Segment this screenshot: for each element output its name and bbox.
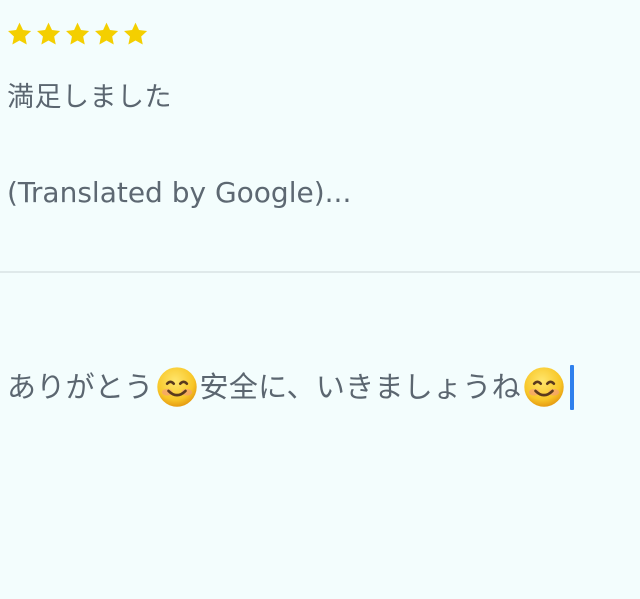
reply-text-safety: 安全に、いきましょうね xyxy=(199,370,521,404)
reply-text-thanks: ありがとう xyxy=(7,370,154,404)
star-rating xyxy=(5,18,150,52)
smiling-face-icon xyxy=(523,366,565,408)
review-reply-screen: 満足しました (Translated by Google)... ありがとう 安… xyxy=(0,0,640,599)
star-icon xyxy=(63,20,92,50)
reply-text-area[interactable]: ありがとう 安全に、いきましょうね xyxy=(0,274,640,599)
text-cursor xyxy=(569,364,574,410)
star-icon xyxy=(5,20,34,50)
star-icon xyxy=(121,20,150,50)
smiling-face-icon xyxy=(156,366,198,408)
section-divider xyxy=(0,271,640,273)
translation-note[interactable]: (Translated by Google)... xyxy=(7,174,351,212)
reply-text-line[interactable]: ありがとう 安全に、いきましょうね xyxy=(7,364,574,410)
star-icon xyxy=(34,20,63,50)
star-icon xyxy=(92,20,121,50)
review-text: 満足しました xyxy=(7,82,172,113)
review-card: 満足しました (Translated by Google)... xyxy=(0,0,640,274)
